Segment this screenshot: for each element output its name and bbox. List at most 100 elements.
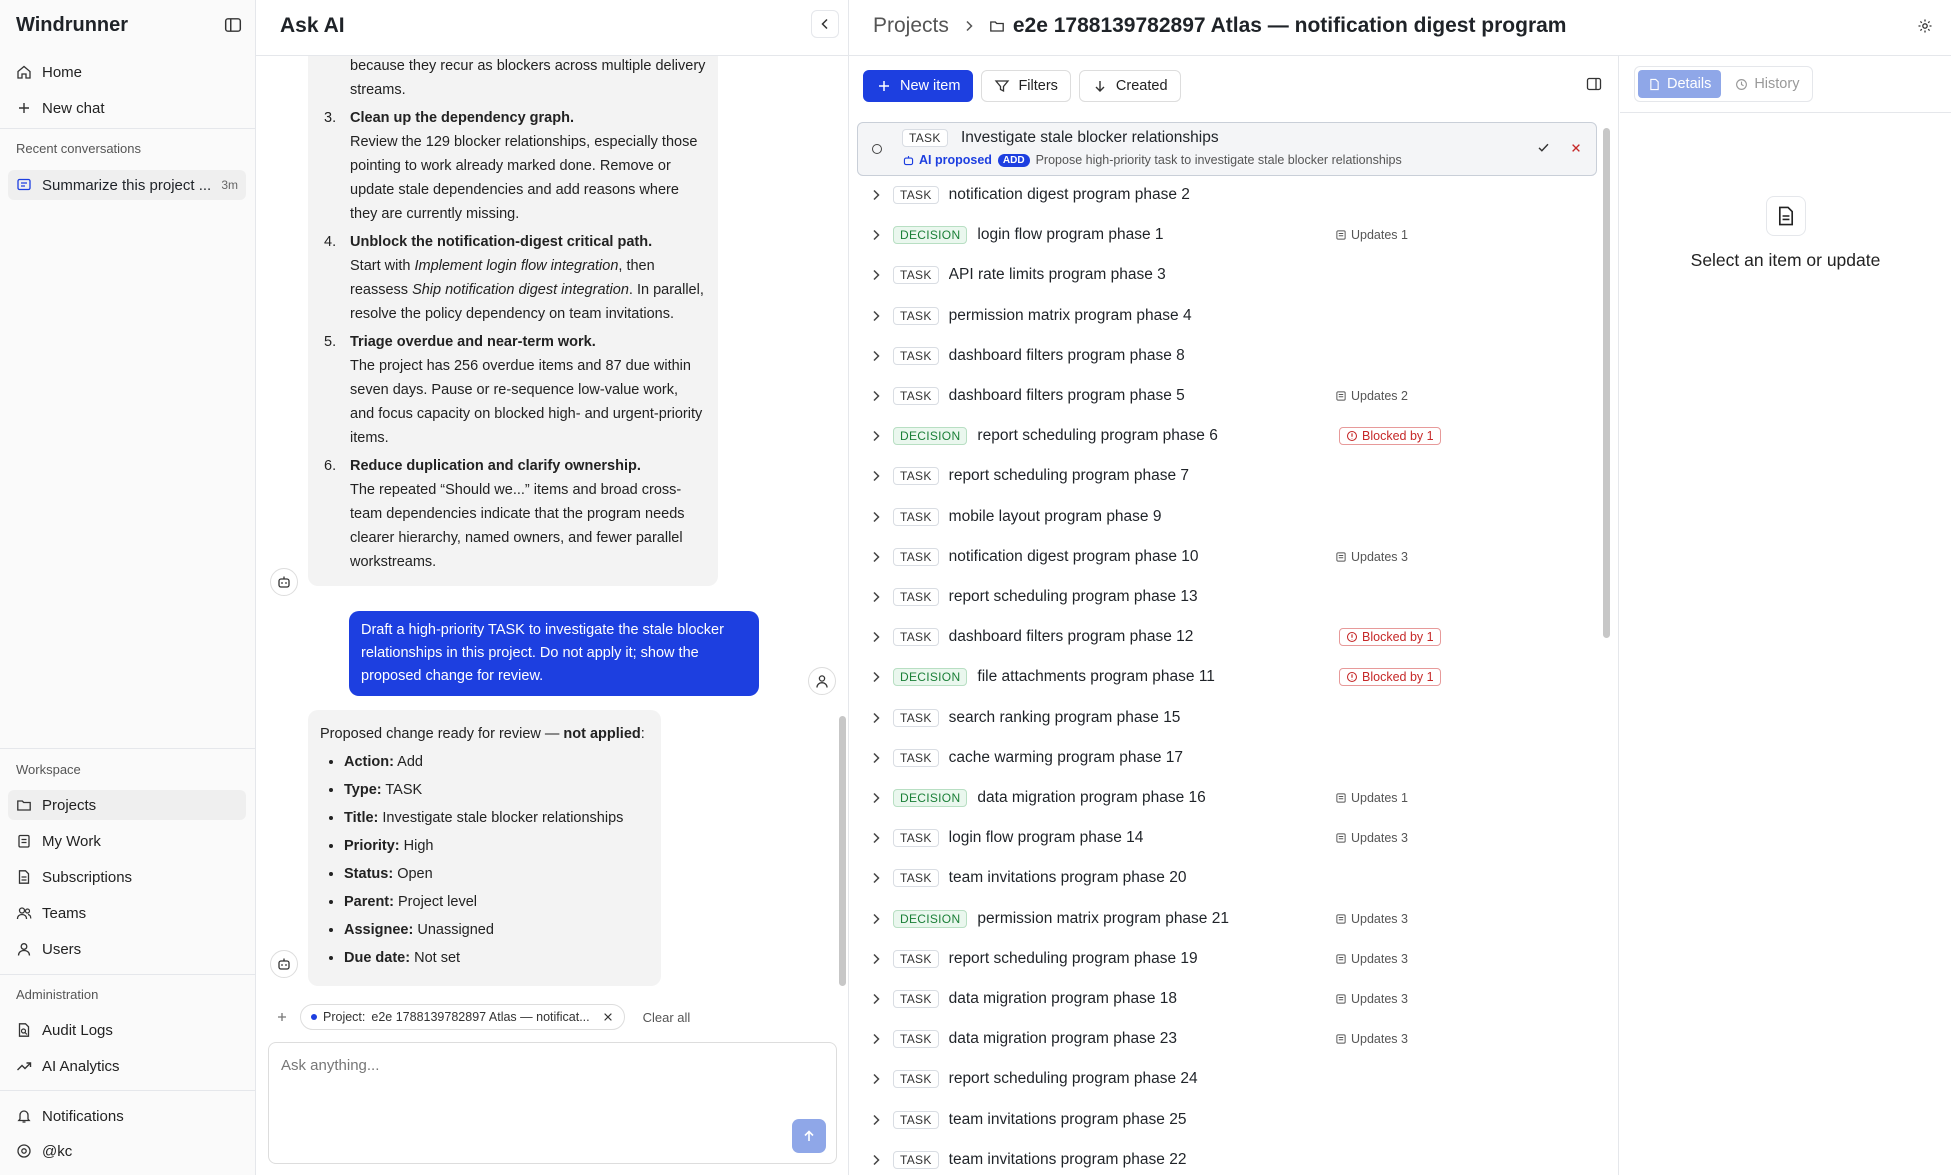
item-title[interactable]: report scheduling program phase 24 <box>949 1070 1329 1088</box>
table-row[interactable]: TASK dashboard filters program phase 5 Upd… <box>859 376 1595 416</box>
chevron-right-icon[interactable] <box>859 1031 893 1047</box>
chevron-right-icon[interactable] <box>859 629 893 645</box>
sidebar-item-ai-analytics[interactable]: AI Analytics <box>16 1051 246 1081</box>
sidebar-item-my-work[interactable]: My Work <box>16 826 246 856</box>
table-row[interactable]: TASK report scheduling program phase 7 <box>859 456 1595 496</box>
item-title[interactable]: report scheduling program phase 7 <box>949 467 1329 485</box>
chat-scrollbar[interactable] <box>838 56 846 990</box>
project-context-chip[interactable]: Project: e2e 1788139782897 Atlas — notif… <box>300 1004 625 1030</box>
sidebar-item-audit-logs[interactable]: Audit Logs <box>16 1015 246 1045</box>
scrollbar-thumb[interactable] <box>839 716 846 986</box>
item-title[interactable]: report scheduling program phase 19 <box>949 950 1329 968</box>
chevron-right-icon[interactable] <box>859 911 893 927</box>
blocked-badge[interactable]: Blocked by 1 <box>1339 668 1441 687</box>
chevron-right-icon[interactable] <box>859 308 893 324</box>
item-title[interactable]: notification digest program phase 2 <box>949 186 1329 204</box>
sidebar-item-home[interactable]: Home <box>16 57 246 87</box>
table-row[interactable]: DECISION file attachments program phase 1… <box>859 657 1595 697</box>
breadcrumb-projects[interactable]: Projects <box>873 14 949 38</box>
item-title[interactable]: permission matrix program phase 21 <box>977 910 1357 928</box>
sort-button[interactable]: Created <box>1078 70 1181 102</box>
close-icon[interactable] <box>602 1011 614 1023</box>
table-row[interactable]: TASK cache warming program phase 17 <box>859 738 1595 778</box>
table-row[interactable]: DECISION login flow program phase 1 Update… <box>859 215 1595 255</box>
message-list[interactable]: because they recur as blockers across mu… <box>256 56 836 990</box>
filters-button[interactable]: Filters <box>981 70 1071 102</box>
item-title[interactable]: cache warming program phase 17 <box>949 749 1329 767</box>
sidebar-item-projects[interactable]: Projects <box>8 790 246 820</box>
item-title[interactable]: team invitations program phase 22 <box>949 1151 1329 1169</box>
item-title[interactable]: login flow program phase 14 <box>949 829 1329 847</box>
item-title[interactable]: login flow program phase 1 <box>977 226 1357 244</box>
item-title[interactable]: team invitations program phase 25 <box>949 1111 1329 1129</box>
item-title[interactable]: data migration program phase 16 <box>977 789 1357 807</box>
item-title[interactable]: permission matrix program phase 4 <box>949 307 1329 325</box>
item-title[interactable]: data migration program phase 23 <box>949 1030 1329 1048</box>
settings-button[interactable] <box>1917 18 1933 38</box>
chevron-right-icon[interactable] <box>859 830 893 846</box>
chevron-right-icon[interactable] <box>859 187 893 203</box>
item-title[interactable]: file attachments program phase 11 <box>977 668 1357 686</box>
table-row[interactable]: TASK mobile layout program phase 9 <box>859 497 1595 537</box>
sidebar-item-account[interactable]: @kc <box>16 1136 246 1166</box>
chevron-right-icon[interactable] <box>859 1112 893 1128</box>
table-row[interactable]: TASK search ranking program phase 15 <box>859 698 1595 738</box>
sidebar-item-new-chat[interactable]: New chat <box>16 93 246 123</box>
table-row[interactable]: TASK data migration program phase 18 Updat… <box>859 979 1595 1019</box>
chevron-right-icon[interactable] <box>859 589 893 605</box>
chevron-right-icon[interactable] <box>859 669 893 685</box>
blocked-badge[interactable]: Blocked by 1 <box>1339 628 1441 647</box>
add-context-icon[interactable] <box>274 1009 290 1025</box>
collapse-chat-button[interactable] <box>811 10 839 38</box>
table-row[interactable]: TASK team invitations program phase 25 <box>859 1100 1595 1140</box>
chevron-right-icon[interactable] <box>859 227 893 243</box>
chevron-right-icon[interactable] <box>859 267 893 283</box>
item-rows[interactable]: TASK notification digest program phase 2 D… <box>849 120 1607 1175</box>
item-title[interactable]: notification digest program phase 10 <box>949 548 1329 566</box>
table-row[interactable]: TASK team invitations program phase 22 <box>859 1140 1595 1175</box>
toggle-details-panel[interactable] <box>1586 76 1602 96</box>
chevron-right-icon[interactable] <box>859 750 893 766</box>
table-row[interactable]: TASK dashboard filters program phase 12 Bl… <box>859 617 1595 657</box>
chevron-right-icon[interactable] <box>859 790 893 806</box>
table-row[interactable]: TASK data migration program phase 23 Updat… <box>859 1019 1595 1059</box>
item-title[interactable]: dashboard filters program phase 12 <box>949 628 1329 646</box>
send-button[interactable] <box>792 1119 826 1153</box>
chevron-right-icon[interactable] <box>859 1152 893 1168</box>
chevron-right-icon[interactable] <box>859 468 893 484</box>
new-item-button[interactable]: New item <box>863 70 974 102</box>
tab-details[interactable]: Details <box>1638 70 1722 98</box>
table-row[interactable]: TASK report scheduling program phase 24 <box>859 1059 1595 1099</box>
table-row[interactable]: TASK team invitations program phase 20 <box>859 858 1595 898</box>
chevron-right-icon[interactable] <box>859 710 893 726</box>
clear-all-button[interactable]: Clear all <box>643 1010 691 1025</box>
item-title[interactable]: mobile layout program phase 9 <box>949 508 1329 526</box>
sidebar-item-users[interactable]: Users <box>16 934 246 964</box>
item-title[interactable]: dashboard filters program phase 5 <box>949 387 1329 405</box>
blocked-badge[interactable]: Blocked by 1 <box>1339 427 1441 446</box>
table-row[interactable]: TASK API rate limits program phase 3 <box>859 255 1595 295</box>
chevron-right-icon[interactable] <box>859 509 893 525</box>
item-title[interactable]: API rate limits program phase 3 <box>949 266 1329 284</box>
table-row[interactable]: DECISION data migration program phase 16 U… <box>859 778 1595 818</box>
scrollbar-thumb[interactable] <box>1603 128 1610 638</box>
list-scrollbar[interactable] <box>1601 120 1611 1175</box>
chevron-right-icon[interactable] <box>859 951 893 967</box>
item-title[interactable]: search ranking program phase 15 <box>949 709 1329 727</box>
chevron-right-icon[interactable] <box>859 991 893 1007</box>
item-title[interactable]: dashboard filters program phase 8 <box>949 347 1329 365</box>
table-row[interactable]: TASK report scheduling program phase 13 <box>859 577 1595 617</box>
chevron-right-icon[interactable] <box>859 549 893 565</box>
sidebar-item-teams[interactable]: Teams <box>16 898 246 928</box>
item-title[interactable]: report scheduling program phase 6 <box>977 427 1357 445</box>
table-row[interactable]: TASK dashboard filters program phase 8 <box>859 336 1595 376</box>
chevron-right-icon[interactable] <box>859 1071 893 1087</box>
item-title[interactable]: report scheduling program phase 13 <box>949 588 1329 606</box>
tab-history[interactable]: History <box>1725 70 1809 98</box>
table-row[interactable]: TASK notification digest program phase 2 <box>859 175 1595 215</box>
chevron-right-icon[interactable] <box>859 348 893 364</box>
sidebar-item-subscriptions[interactable]: Subscriptions <box>16 862 246 892</box>
table-row[interactable]: DECISION permission matrix program phase … <box>859 899 1595 939</box>
table-row[interactable]: TASK notification digest program phase 10… <box>859 537 1595 577</box>
chevron-right-icon[interactable] <box>859 870 893 886</box>
